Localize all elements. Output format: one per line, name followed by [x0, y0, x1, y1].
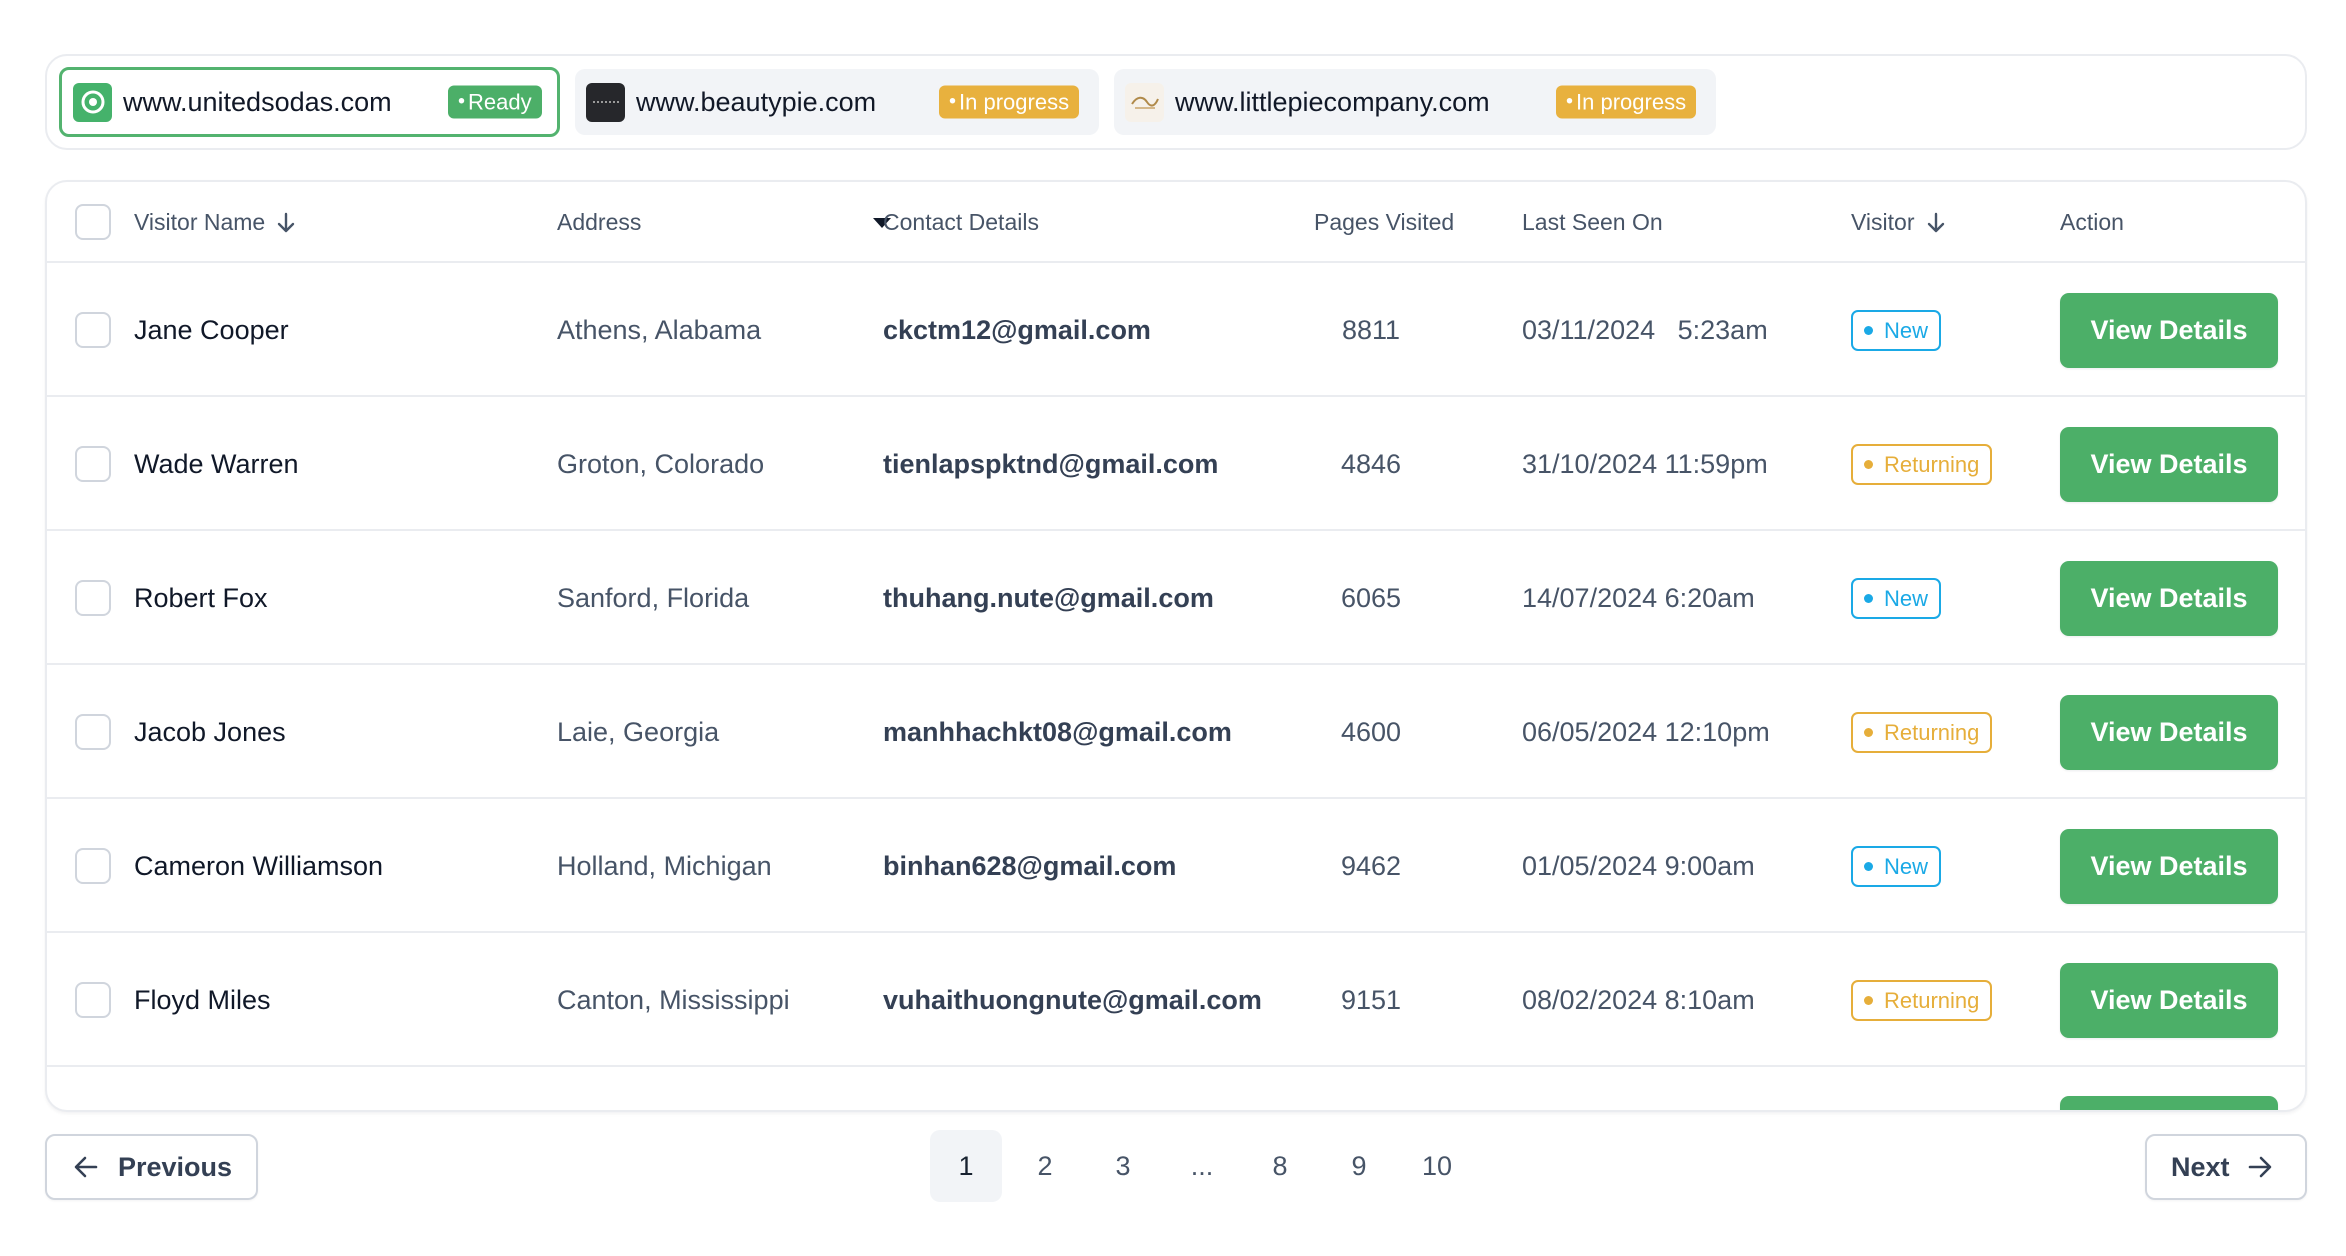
pages-visited: 9151 — [1340, 984, 1402, 1015]
site-url: www.beautypie.com — [636, 86, 877, 117]
column-address[interactable]: Address — [557, 182, 893, 263]
page-9[interactable]: 9 — [1323, 1130, 1395, 1202]
page-10[interactable]: 10 — [1401, 1130, 1473, 1202]
visitor-type-badge: Returning — [1851, 712, 1993, 753]
visitor-type-badge: Returning — [1851, 444, 1993, 485]
status-badge-in-progress: • In progress — [939, 85, 1080, 119]
table-row-partial — [47, 1067, 2305, 1110]
status-badge-in-progress: • In progress — [1556, 85, 1697, 119]
visitor-name: Robert Fox — [134, 582, 268, 613]
visitor-name: Cameron Williamson — [134, 850, 384, 881]
visitor-email[interactable]: manhhachkt08@gmail.com — [883, 665, 1232, 799]
last-seen: 03/11/2024 5:23am — [1522, 314, 1768, 345]
page-2[interactable]: 2 — [1009, 1130, 1081, 1202]
page-1[interactable]: 1 — [930, 1130, 1002, 1202]
last-seen: 14/07/2024 6:20am — [1522, 582, 1755, 613]
pages-visited: 6065 — [1340, 582, 1402, 613]
visitor-address: Groton, Colorado — [557, 448, 765, 479]
view-details-button[interactable]: View Details — [2060, 293, 2278, 368]
visitor-name: Wade Warren — [134, 448, 299, 479]
row-checkbox[interactable] — [75, 446, 111, 482]
column-visitor-name[interactable]: Visitor Name — [134, 182, 297, 263]
view-details-button[interactable]: View Details — [2060, 561, 2278, 636]
pages-visited: 4846 — [1340, 448, 1402, 479]
view-details-button[interactable]: View Details — [2060, 963, 2278, 1038]
visitor-address: Sanford, Florida — [557, 582, 750, 613]
view-details-button[interactable]: View Details — [2060, 829, 2278, 904]
visitor-type-badge: New — [1851, 310, 1942, 351]
arrow-down-icon — [278, 212, 295, 232]
visitor-address: Laie, Georgia — [557, 716, 720, 747]
visitors-table: Visitor Name Address Contact Details Pag… — [45, 180, 2307, 1112]
visitor-type-badge: Returning — [1851, 980, 1993, 1021]
table-row: Jacob Jones Laie, Georgia manhhachkt08@g… — [47, 665, 2305, 799]
previous-button[interactable]: Previous — [45, 1134, 258, 1200]
site-tab-littlepiecompany[interactable]: www.littlepiecompany.com • In progress — [1114, 69, 1716, 135]
pages-visited: 4600 — [1340, 716, 1402, 747]
beautypie-logo-icon — [586, 82, 625, 122]
site-tab-beautypie[interactable]: www.beautypie.com • In progress — [575, 69, 1099, 135]
site-url: www.littlepiecompany.com — [1175, 86, 1490, 117]
visitor-type-badge: New — [1851, 846, 1942, 887]
column-visitor[interactable]: Visitor — [1851, 182, 1947, 263]
site-tab-unitedsodas[interactable]: www.unitedsodas.com • Ready — [59, 67, 560, 137]
visitor-name: Floyd Miles — [134, 984, 271, 1015]
site-url: www.unitedsodas.com — [123, 86, 392, 117]
visitor-name: Jacob Jones — [134, 716, 286, 747]
last-seen: 06/05/2024 12:10pm — [1522, 716, 1770, 747]
table-row: Floyd Miles Canton, Mississippi vuhaithu… — [47, 933, 2305, 1067]
column-contact-details: Contact Details — [883, 209, 1039, 235]
page-8[interactable]: 8 — [1244, 1130, 1316, 1202]
row-checkbox[interactable] — [75, 714, 111, 750]
row-checkbox[interactable] — [75, 312, 111, 348]
arrow-down-icon — [1927, 212, 1944, 232]
last-seen: 08/02/2024 8:10am — [1522, 984, 1755, 1015]
view-details-button-partial[interactable] — [2060, 1096, 2278, 1110]
row-checkbox[interactable] — [75, 580, 111, 616]
column-last-seen: Last Seen On — [1522, 209, 1663, 235]
view-details-button[interactable]: View Details — [2060, 695, 2278, 770]
visitor-email[interactable]: vuhaithuongnute@gmail.com — [883, 933, 1262, 1067]
column-action: Action — [2060, 209, 2124, 235]
littlepiecompany-logo-icon — [1125, 82, 1164, 122]
table-header: Visitor Name Address Contact Details Pag… — [47, 182, 2305, 263]
page-ellipsis: ... — [1190, 1150, 1214, 1181]
select-all-checkbox[interactable] — [75, 204, 111, 240]
last-seen: 31/10/2024 11:59pm — [1522, 448, 1768, 479]
visitor-name: Jane Cooper — [134, 314, 289, 345]
table-row: Jane Cooper Athens, Alabama ckctm12@gmai… — [47, 263, 2305, 397]
visitor-type-badge: New — [1851, 578, 1942, 619]
next-button[interactable]: Next — [2145, 1134, 2307, 1200]
visitor-address: Canton, Mississippi — [557, 984, 790, 1015]
row-checkbox[interactable] — [75, 848, 111, 884]
arrow-right-icon — [2248, 1156, 2271, 1178]
site-tabs-bar: www.unitedsodas.com • Ready www.beautypie… — [45, 54, 2307, 150]
page-3[interactable]: 3 — [1087, 1130, 1159, 1202]
visitor-email[interactable]: tienlapspktnd@gmail.com — [883, 397, 1218, 531]
status-badge-ready: • Ready — [448, 85, 542, 119]
visitor-email[interactable]: ckctm12@gmail.com — [883, 263, 1151, 397]
visitor-email[interactable]: binhan628@gmail.com — [883, 799, 1176, 933]
last-seen: 01/05/2024 9:00am — [1522, 850, 1755, 881]
visitor-email[interactable]: thuhang.nute@gmail.com — [883, 531, 1214, 665]
table-row: Robert Fox Sanford, Florida thuhang.nute… — [47, 531, 2305, 665]
table-row: Cameron Williamson Holland, Michigan bin… — [47, 799, 2305, 933]
row-checkbox[interactable] — [75, 982, 111, 1018]
visitor-address: Athens, Alabama — [557, 314, 762, 345]
view-details-button[interactable]: View Details — [2060, 427, 2278, 502]
visitor-address: Holland, Michigan — [557, 850, 772, 881]
table-row: Wade Warren Groton, Colorado tienlapspkt… — [47, 397, 2305, 531]
unitedsodas-logo-icon — [73, 82, 112, 122]
arrow-left-icon — [74, 1156, 98, 1178]
pages-visited: 8811 — [1341, 314, 1401, 345]
pages-visited: 9462 — [1340, 850, 1402, 881]
column-pages-visited: Pages Visited — [1314, 209, 1455, 235]
